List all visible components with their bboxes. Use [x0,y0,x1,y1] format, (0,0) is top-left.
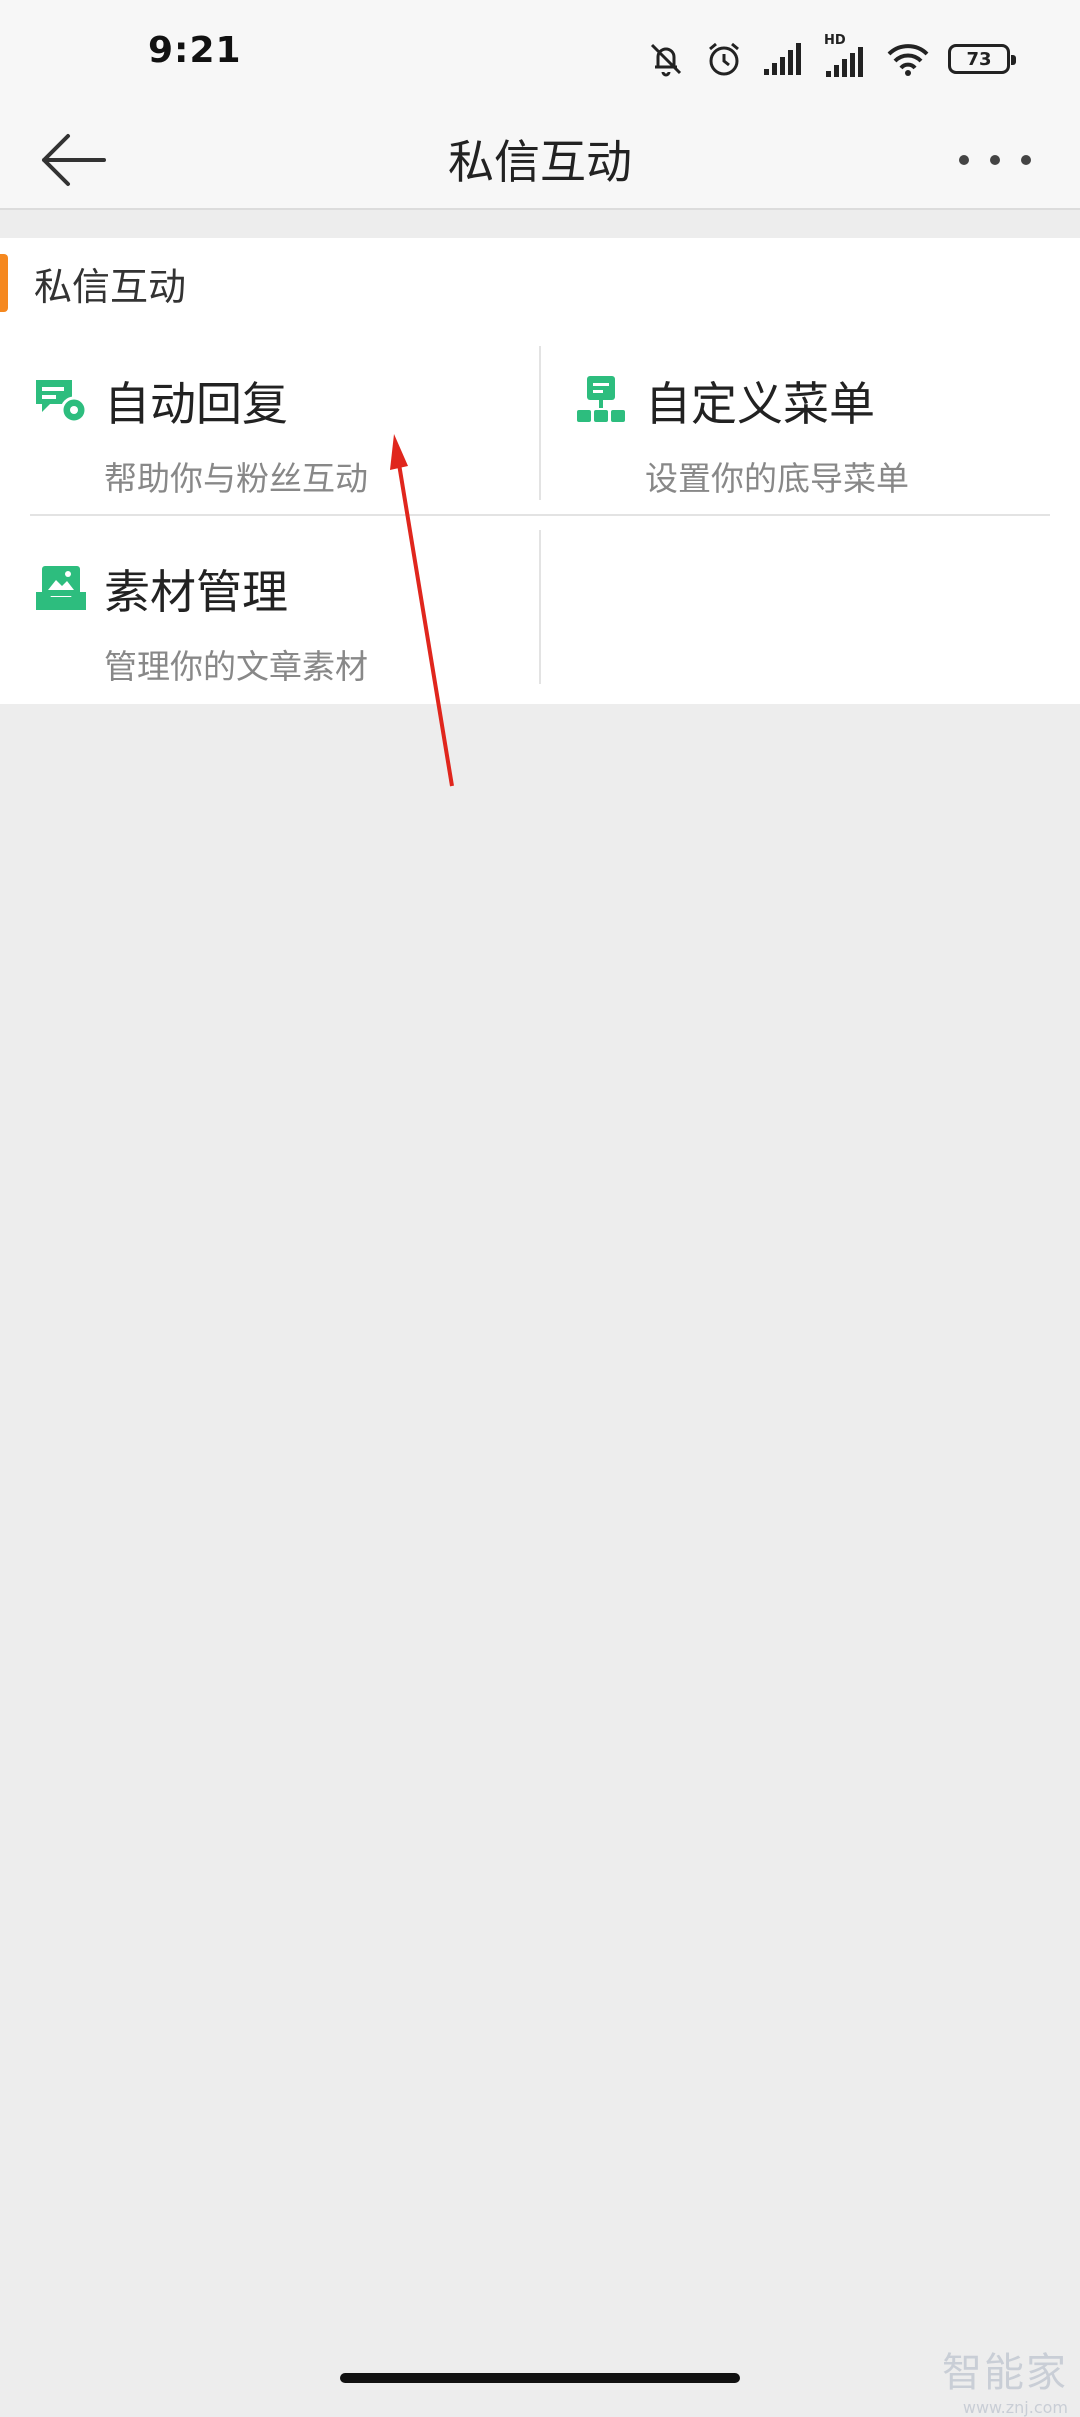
more-options-icon[interactable] [950,122,1040,198]
status-icons: HD 73 [646,33,1016,84]
watermark-text: 智能家 [942,2350,1068,2396]
title-bar: 私信互动 [0,112,1080,210]
watermark: 智能家 www.znj.com [942,2340,1068,2417]
auto-reply-item[interactable]: 自动回复 帮助你与粉丝互动 [0,346,530,506]
section-header: 私信互动 [0,238,1080,324]
grid-divider-horizontal [30,514,1050,516]
wifi-icon [887,44,929,76]
material-management-title: 素材管理 [104,565,288,619]
alarm-icon [709,42,739,76]
hd-signal-icon: HD [824,33,868,79]
home-indicator[interactable] [340,2373,740,2383]
material-management-desc: 管理你的文章素材 [104,647,368,686]
chat-gear-icon [36,380,88,424]
auto-reply-desc: 帮助你与粉丝互动 [104,459,368,498]
menu-tree-icon [577,376,625,422]
image-folder-icon [36,566,86,610]
watermark-url: www.znj.com [962,2398,1068,2417]
grid-divider-vertical [539,530,541,684]
auto-reply-title: 自动回复 [104,377,288,431]
section-title: 私信互动 [34,265,187,309]
signal-icon [764,43,801,75]
page-title: 私信互动 [448,135,632,189]
custom-menu-item[interactable]: 自定义菜单 设置你的底导菜单 [541,346,1071,506]
feature-grid: 自动回复 帮助你与粉丝互动 自定义菜单 设置你的底导菜单 素材管理 管理你的文章… [0,324,1080,704]
battery-icon: 73 [948,44,1016,74]
grid-divider-vertical [539,346,541,500]
section-accent-bar [0,254,8,312]
mute-bell-icon [650,43,682,77]
material-management-item[interactable]: 素材管理 管理你的文章素材 [0,534,530,694]
battery-level: 73 [966,48,992,70]
status-bar: 9:21 HD 73 [0,0,1080,112]
status-time: 9:21 [148,30,242,71]
custom-menu-title: 自定义菜单 [645,377,875,431]
custom-menu-desc: 设置你的底导菜单 [645,459,909,498]
